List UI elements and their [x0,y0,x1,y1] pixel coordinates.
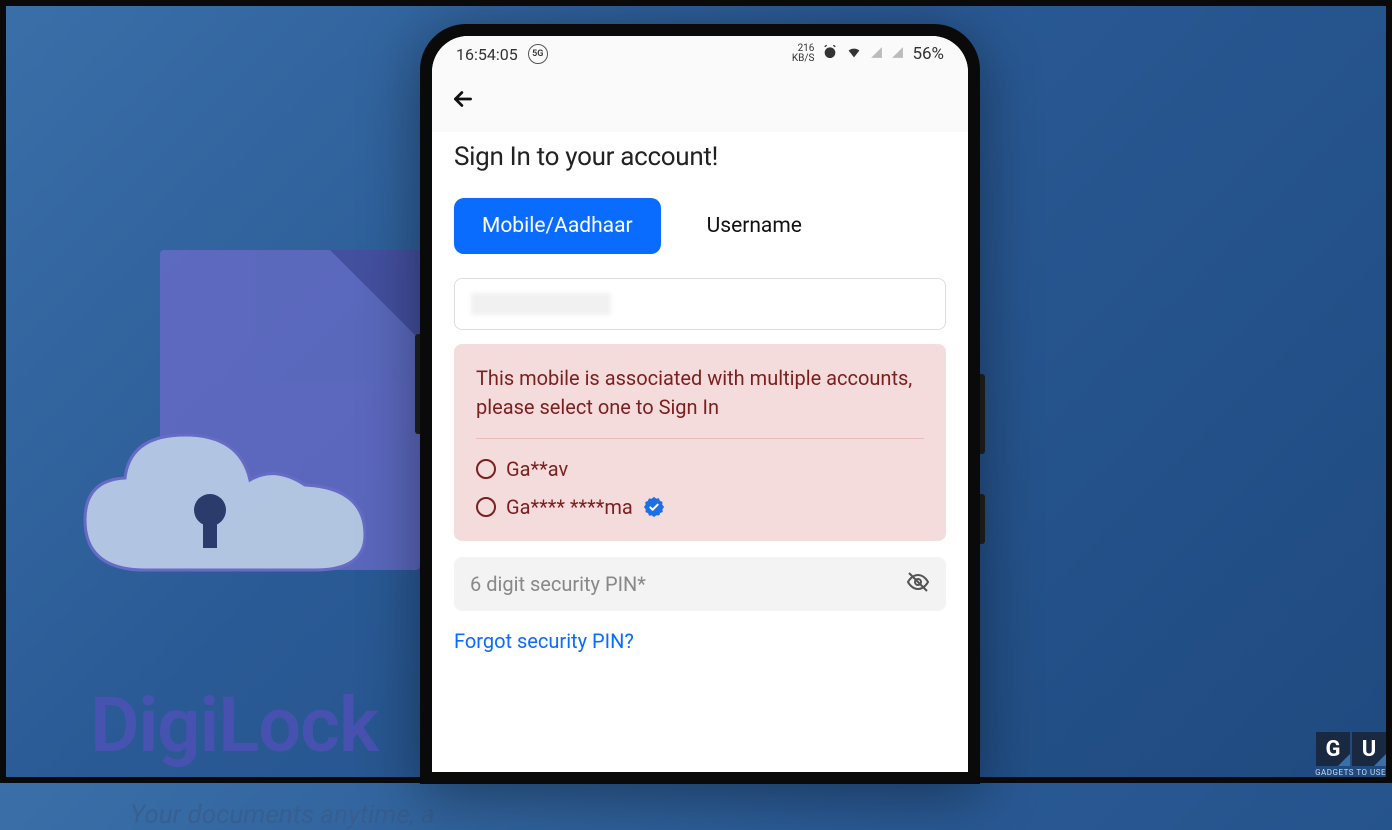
eye-off-icon[interactable] [906,570,930,599]
network-speed: 216KB/S [792,44,815,64]
status-bar: 16:54:05 5G 216KB/S 56% [432,36,968,72]
phone-side-button [980,374,985,454]
page-title: Sign In to your account! [454,142,946,172]
account-option[interactable]: Ga**av [476,457,924,481]
phone-screen: 16:54:05 5G 216KB/S 56% [432,36,968,772]
back-arrow-icon[interactable] [450,86,476,119]
wifi-icon [846,44,862,64]
radio-icon [476,459,496,479]
account-label: Ga**** ****ma [506,495,633,519]
mobile-aadhaar-input[interactable] [454,278,946,330]
brand-subtitle: Your documents anytime, a [130,800,435,830]
forgot-pin-link[interactable]: Forgot security PIN? [454,629,946,653]
signal-icon [870,46,883,63]
alert-message: This mobile is associated with multiple … [476,364,924,422]
tab-username[interactable]: Username [679,198,830,254]
signal-icon [891,46,904,63]
pin-placeholder: 6 digit security PIN* [470,572,646,596]
input-value-redacted [471,293,611,315]
tab-mobile-aadhaar[interactable]: Mobile/Aadhaar [454,198,661,254]
radio-icon [476,497,496,517]
account-label: Ga**av [506,457,568,481]
app-header [432,72,968,132]
phone-mockup: 16:54:05 5G 216KB/S 56% [420,24,980,784]
brand-title: DigiLock [90,680,378,770]
status-time: 16:54:05 [456,45,518,64]
network-badge-icon: 5G [528,44,548,64]
cloud-lock-icon [65,410,385,610]
alarm-icon [822,44,838,64]
verified-badge-icon [643,496,665,518]
watermark-text: GADGETS TO USE [1315,768,1386,777]
watermark: G U GADGETS TO USE [1315,732,1386,777]
account-option[interactable]: Ga**** ****ma [476,495,924,519]
signin-content: Sign In to your account! Mobile/Aadhaar … [432,132,968,772]
alert-divider [476,438,924,439]
battery-percent: 56% [912,44,944,64]
phone-side-button [415,334,420,434]
auth-tabs: Mobile/Aadhaar Username [454,198,946,254]
phone-side-button [980,494,985,544]
multi-account-alert: This mobile is associated with multiple … [454,344,946,541]
security-pin-input[interactable]: 6 digit security PIN* [454,557,946,611]
